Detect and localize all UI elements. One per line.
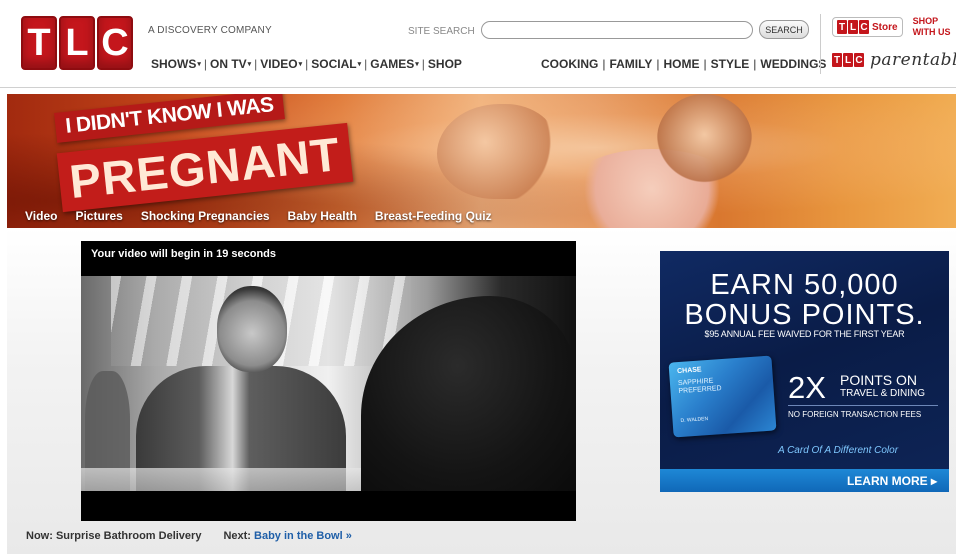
store-label: Store [872,21,898,33]
logo-letter-c: C [97,16,133,70]
banner-subnav: Video Pictures Shocking Pregnancies Baby… [25,209,492,223]
nav-shows-label: SHOWS [151,57,197,71]
banner-mother-figure [437,104,557,199]
mini-logo-letter: T [832,53,842,67]
nav-separator: | [364,57,368,71]
video-controls-bar [81,491,576,521]
next-video-link[interactable]: Baby in the Bowl » [254,530,352,542]
tlc-store-promo[interactable]: T L C Store SHOP WITH US [832,16,951,38]
banner-link-shocking-pregnancies[interactable]: Shocking Pregnancies [141,209,270,223]
mini-logo-letter: L [843,53,853,67]
topic-weddings[interactable]: WEDDINGS [760,57,826,71]
mini-tlc-logo: T L C [832,53,864,67]
logo-letter-t: T [21,16,57,70]
card-brand-label: CHASE [676,366,702,376]
site-search-label: SITE SEARCH [408,26,475,37]
next-up: Next: Baby in the Bowl » [223,530,351,542]
company-tagline: A DISCOVERY COMPANY [148,25,272,36]
card-holder-name: D. WALDEN [680,416,709,424]
nav-video-label: VIDEO [260,57,298,71]
ad-points-line: POINTS ON [840,372,918,388]
nav-shop[interactable]: SHOP [428,57,462,71]
search-input[interactable] [481,21,753,39]
tlc-logo[interactable]: T L C [21,16,133,70]
nav-social[interactable]: SOCIAL▾ [311,57,361,71]
card-product-name: SAPPHIRE PREFERRED [678,377,722,396]
mini-tlc-logo: T L C [837,20,869,34]
topic-nav: COOKING | FAMILY | HOME | STYLE | WEDDIN… [541,57,826,71]
ad-tagline: A Card Of A Different Color [778,445,899,456]
banner-link-pictures[interactable]: Pictures [75,209,122,223]
nav-on-tv-label: ON TV [209,57,247,71]
logo-letter-l: L [59,16,95,70]
nav-on-tv[interactable]: ON TV▾ [210,57,251,71]
next-label: Next: [223,530,251,542]
topic-cooking[interactable]: COOKING [541,57,598,71]
mini-logo-letter: L [848,20,858,34]
mini-logo-letter: T [837,20,847,34]
topic-home[interactable]: HOME [664,57,700,71]
nav-games[interactable]: GAMES▾ [370,57,419,71]
parentables-label: parentables [870,50,956,70]
learn-more-button[interactable]: LEARN MORE ▸ [660,469,949,492]
nav-separator: | [421,57,425,71]
now-label: Now: [26,530,53,542]
site-header: T L C A DISCOVERY COMPANY SITE SEARCH SE… [0,0,956,88]
nav-social-label: SOCIAL [311,57,357,71]
video-player[interactable]: Your video will begin in 19 seconds [81,241,576,521]
now-next-bar: Now: Surprise Bathroom Delivery Next: Ba… [26,530,352,542]
banner-link-breast-feeding-quiz[interactable]: Breast-Feeding Quiz [375,209,492,223]
nav-video[interactable]: VIDEO▾ [260,57,302,71]
credit-card-image: CHASE SAPPHIRE PREFERRED D. WALDEN [668,355,777,438]
topic-separator: | [602,57,606,71]
topic-separator: | [753,57,757,71]
banner-link-baby-health[interactable]: Baby Health [288,209,357,223]
topic-separator: | [703,57,707,71]
nav-separator: | [305,57,309,71]
nav-games-label: GAMES [370,57,415,71]
banner-link-video[interactable]: Video [25,209,57,223]
shop-with-us-text: SHOP WITH US [913,16,951,38]
ad-no-fee-text: NO FOREIGN TRANSACTION FEES [788,410,922,419]
banner-nurse-figure [657,94,752,184]
header-divider [820,14,821,74]
ad-multiplier: 2X [788,370,826,405]
shop-line-1: SHOP [912,16,939,26]
now-playing: Now: Surprise Bathroom Delivery [26,530,201,542]
tlc-parentables-link[interactable]: T L C parentables [832,50,956,70]
ad-subline: $95 ANNUAL FEE WAIVED FOR THE FIRST YEAR [704,329,905,339]
search-button[interactable]: SEARCH [759,20,809,39]
video-countdown-text: Your video will begin in 19 seconds [91,248,277,260]
topic-style[interactable]: STYLE [711,57,750,71]
shop-line-2: WITH US [912,27,951,37]
mini-logo-letter: C [859,20,869,34]
page: T L C A DISCOVERY COMPANY SITE SEARCH SE… [0,0,956,554]
mini-logo-letter: C [854,53,864,67]
topic-separator: | [656,57,660,71]
ad-divider [788,405,938,406]
ad-points-category: TRAVEL & DINING [840,388,926,399]
ad-headline-line-1: EARN 50,000 [710,269,899,301]
video-scene-man-head [217,286,287,372]
nav-separator: | [254,57,258,71]
video-frame[interactable] [81,276,576,491]
show-banner: I DIDN'T KNOW I WAS PREGNANT Video Pictu… [7,94,956,228]
ad-headline-line-2: BONUS POINTS. [684,299,925,331]
chase-sapphire-ad[interactable]: EARN 50,000 BONUS POINTS. $95 ANNUAL FEE… [660,251,949,492]
topic-family[interactable]: FAMILY [609,57,652,71]
card-name-line-2: PREFERRED [678,385,722,396]
tlc-store-badge: T L C Store [832,17,903,37]
nav-separator: | [203,57,207,71]
main-nav: SHOWS▾ | ON TV▾ | VIDEO▾ | SOCIAL▾ | GAM… [151,57,462,71]
nav-shows[interactable]: SHOWS▾ [151,57,201,71]
now-title: Surprise Bathroom Delivery [55,530,202,542]
